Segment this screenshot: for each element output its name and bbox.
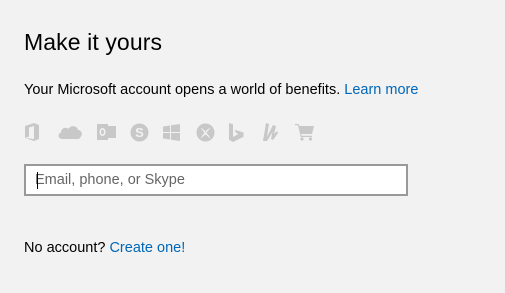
learn-more-link[interactable]: Learn more xyxy=(344,82,418,98)
office-icon xyxy=(24,121,57,143)
windows-icon xyxy=(163,121,196,143)
onedrive-icon xyxy=(57,121,97,143)
msn-icon xyxy=(262,121,295,143)
text-caret xyxy=(37,172,38,189)
email-phone-skype-input[interactable] xyxy=(26,166,406,194)
intro-description: Your Microsoft account opens a world of … xyxy=(24,82,345,98)
no-account-text: No account? Create one! xyxy=(24,240,185,256)
outlook-icon xyxy=(97,121,130,143)
intro-text: Your Microsoft account opens a world of … xyxy=(24,82,418,98)
xbox-icon xyxy=(196,121,229,143)
bing-icon xyxy=(229,121,262,143)
service-icons-row: S xyxy=(24,121,328,143)
signin-field[interactable] xyxy=(24,164,408,196)
no-account-label: No account? xyxy=(24,240,110,256)
create-account-link[interactable]: Create one! xyxy=(109,240,185,256)
svg-text:S: S xyxy=(135,125,144,140)
skype-icon: S xyxy=(130,121,163,143)
store-icon xyxy=(295,121,328,143)
page-title: Make it yours xyxy=(24,29,163,55)
